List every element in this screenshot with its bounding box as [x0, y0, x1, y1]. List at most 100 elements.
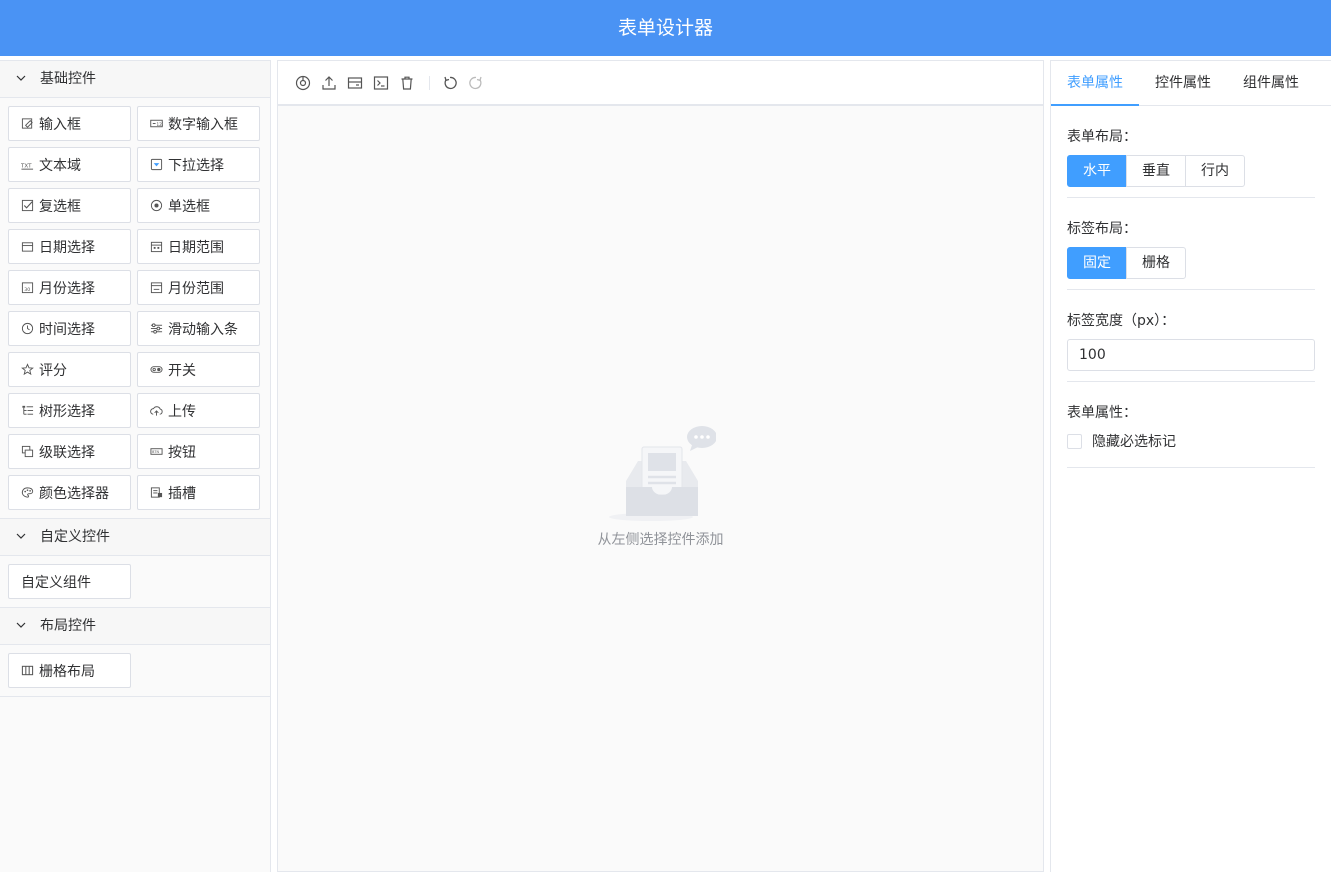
control-custom-component[interactable]: 自定义组件: [8, 564, 131, 599]
month-range-icon: [150, 282, 163, 294]
control-label: 日期范围: [168, 239, 224, 256]
section-header-custom[interactable]: 自定义控件: [0, 519, 270, 556]
control-grid-layout[interactable]: 栅格布局: [8, 653, 131, 688]
label-width-label: 标签宽度（px）：: [1067, 313, 1176, 329]
tree-icon: [22, 405, 34, 415]
chevron-down-icon: [16, 533, 26, 539]
svg-text:TXT: TXT: [21, 163, 32, 169]
redo-icon[interactable]: [468, 75, 484, 91]
control-label: 日期选择: [39, 239, 95, 256]
control-item[interactable]: 复选框: [8, 188, 131, 223]
control-label: 月份范围: [168, 280, 224, 297]
control-item[interactable]: 30 月份选择: [8, 270, 131, 305]
control-item[interactable]: 颜色选择器: [8, 475, 131, 510]
empty-inbox-icon: [608, 426, 717, 521]
select-icon: [150, 158, 163, 171]
control-item[interactable]: 滑动输入条: [137, 311, 260, 346]
form-layout-label: 表单布局：: [1067, 129, 1137, 145]
basic-controls-grid: 输入框 123 数字输入框 TXT 文本域 下拉选择复选框 单选框日期选择 日期范围 30 月份选…: [0, 98, 270, 519]
control-item[interactable]: BTN 按钮: [137, 434, 260, 469]
label-layout-group: 标签布局： 固定 栅格: [1067, 198, 1315, 290]
control-label: 颜色选择器: [39, 485, 109, 502]
control-label: 单选框: [168, 198, 210, 215]
code-icon[interactable]: [373, 75, 389, 91]
properties-panel: 表单属性 控件属性 组件属性 表单布局： 水平 垂直 行内 标签布局： 固定 栅…: [1050, 60, 1331, 872]
form-layout-inline[interactable]: 行内: [1185, 155, 1245, 187]
design-canvas: 从左侧选择控件添加: [277, 60, 1044, 872]
tab-form-props[interactable]: 表单属性: [1051, 61, 1139, 106]
hide-required-checkbox-row[interactable]: 隐藏必选标记: [1067, 431, 1315, 451]
upload-icon[interactable]: [321, 75, 337, 91]
control-label: 级联选择: [39, 444, 95, 461]
date-icon: [21, 242, 34, 252]
label-width-group: 标签宽度（px）：: [1067, 290, 1315, 382]
date-range-icon: [150, 241, 163, 253]
clock-icon: [21, 322, 34, 335]
label-layout-fixed[interactable]: 固定: [1067, 247, 1127, 279]
control-label: 插槽: [168, 485, 196, 502]
app-header: 表单设计器: [0, 0, 1331, 56]
svg-text:123: 123: [157, 122, 164, 127]
control-label: 栅格布局: [39, 663, 95, 680]
form-layout-group: 表单布局： 水平 垂直 行内: [1067, 106, 1315, 198]
hide-required-label: 隐藏必选标记: [1092, 434, 1176, 450]
control-item[interactable]: 上传: [137, 393, 260, 428]
input-icon: [21, 118, 33, 129]
control-item[interactable]: 评分: [8, 352, 131, 387]
switch-icon: [150, 366, 163, 373]
import-icon[interactable]: [347, 75, 363, 91]
control-label: 滑动输入条: [168, 321, 238, 338]
radio-icon: [150, 199, 163, 212]
grid-icon: [21, 665, 34, 676]
control-item[interactable]: 输入框: [8, 106, 131, 141]
control-item[interactable]: 日期选择: [8, 229, 131, 264]
control-item[interactable]: 日期范围: [137, 229, 260, 264]
label-width-input[interactable]: [1067, 339, 1315, 371]
hide-required-checkbox[interactable]: [1067, 433, 1082, 449]
tab-control-props[interactable]: 控件属性: [1155, 61, 1211, 105]
control-item[interactable]: 级联选择: [8, 434, 131, 469]
control-item[interactable]: TXT 文本域: [8, 147, 131, 182]
control-item[interactable]: 树形选择: [8, 393, 131, 428]
textarea-icon: TXT: [21, 163, 34, 170]
chevron-down-icon: [16, 622, 26, 628]
star-icon: [21, 363, 34, 376]
month-icon: 30: [21, 282, 34, 294]
empty-state-text: 从左侧选择控件添加: [597, 532, 724, 548]
chevron-down-icon: [16, 75, 26, 81]
control-item[interactable]: 月份范围: [137, 270, 260, 305]
label-layout-grid[interactable]: 栅格: [1126, 247, 1186, 279]
control-label: 复选框: [39, 198, 81, 215]
layout-controls-grid: 栅格布局: [0, 645, 270, 697]
form-layout-radio-group: 水平 垂直 行内: [1067, 155, 1315, 187]
section-header-layout[interactable]: 布局控件: [0, 608, 270, 645]
form-layout-vertical[interactable]: 垂直: [1126, 155, 1186, 187]
preview-icon[interactable]: [295, 75, 311, 91]
upload-cloud-icon: [150, 406, 163, 416]
control-label: 树形选择: [39, 403, 95, 420]
undo-icon[interactable]: [442, 75, 458, 91]
label-layout-label: 标签布局：: [1067, 221, 1137, 237]
toolbar-divider: [429, 75, 430, 90]
form-layout-horizontal[interactable]: 水平: [1067, 155, 1127, 187]
control-label: 输入框: [39, 116, 81, 133]
control-item[interactable]: 开关: [137, 352, 260, 387]
control-item[interactable]: 插槽: [137, 475, 260, 510]
button-icon: BTN: [150, 448, 163, 455]
control-item[interactable]: 下拉选择: [137, 147, 260, 182]
section-header-basic[interactable]: 基础控件: [0, 61, 270, 98]
section-title: 自定义控件: [40, 528, 110, 545]
control-item[interactable]: 123 数字输入框: [137, 106, 260, 141]
tab-component-props[interactable]: 组件属性: [1243, 61, 1299, 105]
control-label: 月份选择: [39, 280, 95, 297]
control-label: 自定义组件: [21, 574, 91, 591]
control-item[interactable]: 时间选择: [8, 311, 131, 346]
empty-state: 从左侧选择控件添加: [278, 421, 1043, 549]
control-label: 评分: [39, 362, 67, 379]
control-item[interactable]: 单选框: [137, 188, 260, 223]
control-palette: 基础控件 输入框 123 数字输入框 TXT 文本域 下拉选择复选框 单选框日期选择 日期范围…: [0, 60, 271, 872]
svg-text:BTN: BTN: [152, 450, 159, 454]
custom-controls-grid: 自定义组件: [0, 556, 270, 608]
trash-icon[interactable]: [399, 75, 415, 91]
control-label: 上传: [168, 403, 196, 420]
